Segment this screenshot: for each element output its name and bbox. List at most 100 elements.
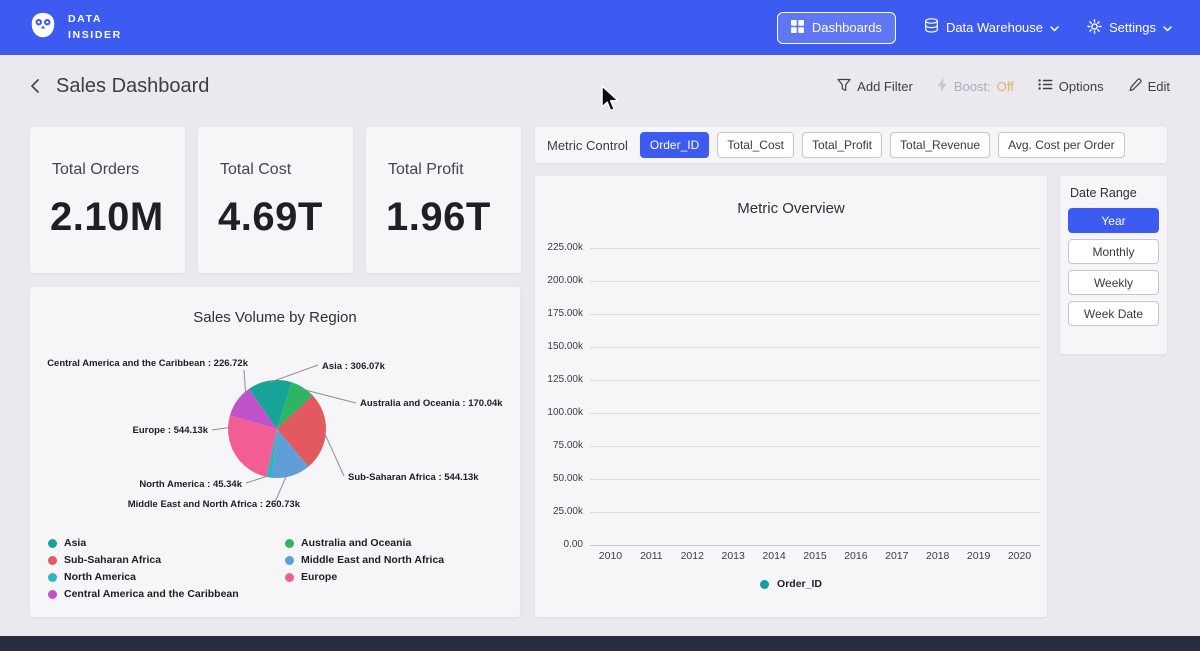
bar-chart-legend[interactable]: Order_ID [535, 578, 1047, 590]
add-filter-label: Add Filter [857, 79, 913, 94]
y-tick-label: 0.00 [535, 539, 583, 550]
pie-label: Europe : 544.13k [132, 425, 208, 436]
kpi-card-total-cost: Total Cost 4.69T [198, 127, 353, 273]
brand[interactable]: DATA INSIDER [28, 10, 122, 45]
pie-label-line [244, 370, 246, 394]
y-tick-label: 175.00k [535, 308, 583, 319]
page-title: Sales Dashboard [56, 75, 209, 98]
metric-button-total-revenue[interactable]: Total_Revenue [890, 132, 990, 158]
legend-dot [285, 573, 294, 582]
pencil-icon [1128, 78, 1142, 95]
nav-data-warehouse-label: Data Warehouse [946, 20, 1043, 35]
pie-legend-col-2: Australia and Oceania Middle East and No… [285, 537, 444, 600]
metric-button-avg-cost-per-order[interactable]: Avg. Cost per Order [998, 132, 1125, 158]
legend-dot [760, 580, 769, 589]
bottom-bar [0, 636, 1200, 651]
back-button[interactable] [30, 78, 40, 94]
legend-dot [48, 573, 57, 582]
y-tick-label: 200.00k [535, 275, 583, 286]
x-tick-label: 2019 [958, 550, 999, 562]
legend-dot [48, 539, 57, 548]
x-tick-label: 2012 [672, 550, 713, 562]
kpi-card-total-profit: Total Profit 1.96T [366, 127, 521, 273]
pie-legend-item[interactable]: Australia and Oceania [285, 537, 444, 549]
nav-dashboards-button[interactable]: Dashboards [777, 12, 896, 44]
chevron-down-icon [1050, 20, 1059, 35]
add-filter-button[interactable]: Add Filter [837, 78, 913, 95]
kpi-label: Total Profit [388, 161, 521, 179]
bar-chart-y-axis: 0.0025.00k50.00k75.00k100.00k125.00k150.… [535, 248, 583, 545]
pie-legend-item[interactable]: Asia [48, 537, 285, 549]
metric-button-total-cost[interactable]: Total_Cost [717, 132, 794, 158]
boost-label: Boost: [954, 79, 991, 94]
legend-label: Sub-Saharan Africa [64, 554, 161, 566]
top-nav: DATA INSIDER Dashboards [0, 0, 1200, 55]
kpi-value: 2.10M [50, 195, 185, 240]
pie-label-line [269, 365, 318, 383]
legend-dot [48, 590, 57, 599]
metric-control-label: Metric Control [547, 138, 628, 153]
nav-data-warehouse[interactable]: Data Warehouse [924, 18, 1059, 37]
date-range-label: Date Range [1070, 186, 1159, 200]
kpi-value: 4.69T [218, 195, 353, 240]
pie-chart-title: Sales Volume by Region [30, 309, 520, 326]
brand-text: DATA INSIDER [68, 12, 122, 42]
sales-volume-card: Sales Volume by Region Asia : 306.07kAus… [30, 287, 520, 617]
pie-label: Central America and the Caribbean : 226.… [47, 358, 249, 369]
pie-legend-item[interactable]: Central America and the Caribbean [48, 588, 285, 600]
y-tick-label: 25.00k [535, 506, 583, 517]
legend-dot [285, 539, 294, 548]
nav-settings[interactable]: Settings [1087, 19, 1172, 37]
x-tick-label: 2018 [917, 550, 958, 562]
y-tick-label: 50.00k [535, 473, 583, 484]
kpi-card-total-orders: Total Orders 2.10M [30, 127, 185, 273]
legend-label: Middle East and North Africa [301, 554, 444, 566]
edit-button[interactable]: Edit [1128, 78, 1170, 95]
pie-label-line [275, 475, 287, 502]
pie-label: North America : 45.34k [139, 479, 242, 490]
x-tick-label: 2013 [713, 550, 754, 562]
boost-toggle[interactable]: Boost:Off [937, 78, 1014, 95]
pie-label: Sub-Saharan Africa : 544.13k [348, 472, 479, 483]
options-button[interactable]: Options [1038, 78, 1104, 94]
bar-chart-bars [590, 248, 1040, 545]
header-tools: Add Filter Boost:Off Options [837, 78, 1170, 95]
y-tick-label: 225.00k [535, 242, 583, 253]
gridline [590, 545, 1040, 546]
y-tick-label: 125.00k [535, 374, 583, 385]
date-range-year-button[interactable]: Year [1068, 208, 1159, 233]
pie-legend-item[interactable]: North America [48, 571, 285, 583]
metric-button-order-id[interactable]: Order_ID [640, 132, 709, 158]
funnel-icon [837, 78, 851, 95]
kpi-label: Total Cost [220, 161, 353, 179]
bar-chart-title: Metric Overview [535, 200, 1047, 217]
kpi-label: Total Orders [52, 161, 185, 179]
legend-label: Central America and the Caribbean [64, 588, 239, 600]
legend-label: Asia [64, 537, 86, 549]
metric-button-total-profit[interactable]: Total_Profit [802, 132, 882, 158]
x-tick-label: 2017 [876, 550, 917, 562]
gear-icon [1087, 19, 1102, 37]
date-range-monthly-button[interactable]: Monthly [1068, 239, 1159, 264]
brand-line2: INSIDER [68, 28, 122, 43]
list-icon [1038, 78, 1053, 94]
y-tick-label: 75.00k [535, 440, 583, 451]
legend-label: North America [64, 571, 136, 583]
pie-label-line [212, 427, 230, 430]
nav-settings-label: Settings [1109, 20, 1156, 35]
date-range-week-date-button[interactable]: Week Date [1068, 301, 1159, 326]
pie-legend-item[interactable]: Sub-Saharan Africa [48, 554, 285, 566]
database-icon [924, 18, 939, 37]
bar-chart-x-axis: 2010201120122013201420152016201720182019… [590, 550, 1040, 562]
date-range-panel: Date Range Year Monthly Weekly Week Date [1060, 176, 1167, 354]
date-range-weekly-button[interactable]: Weekly [1068, 270, 1159, 295]
pie-legend-col-1: Asia Sub-Saharan Africa North America Ce… [48, 537, 285, 600]
x-tick-label: 2015 [795, 550, 836, 562]
pie-label: Australia and Oceania : 170.04k [360, 398, 503, 409]
pie-legend-item[interactable]: Europe [285, 571, 444, 583]
pie-chart: Asia : 306.07kAustralia and Oceania : 17… [30, 333, 520, 533]
x-tick-label: 2020 [999, 550, 1040, 562]
pie-legend: Asia Sub-Saharan Africa North America Ce… [48, 537, 444, 600]
pie-legend-item[interactable]: Middle East and North Africa [285, 554, 444, 566]
legend-label: Order_ID [777, 578, 822, 590]
